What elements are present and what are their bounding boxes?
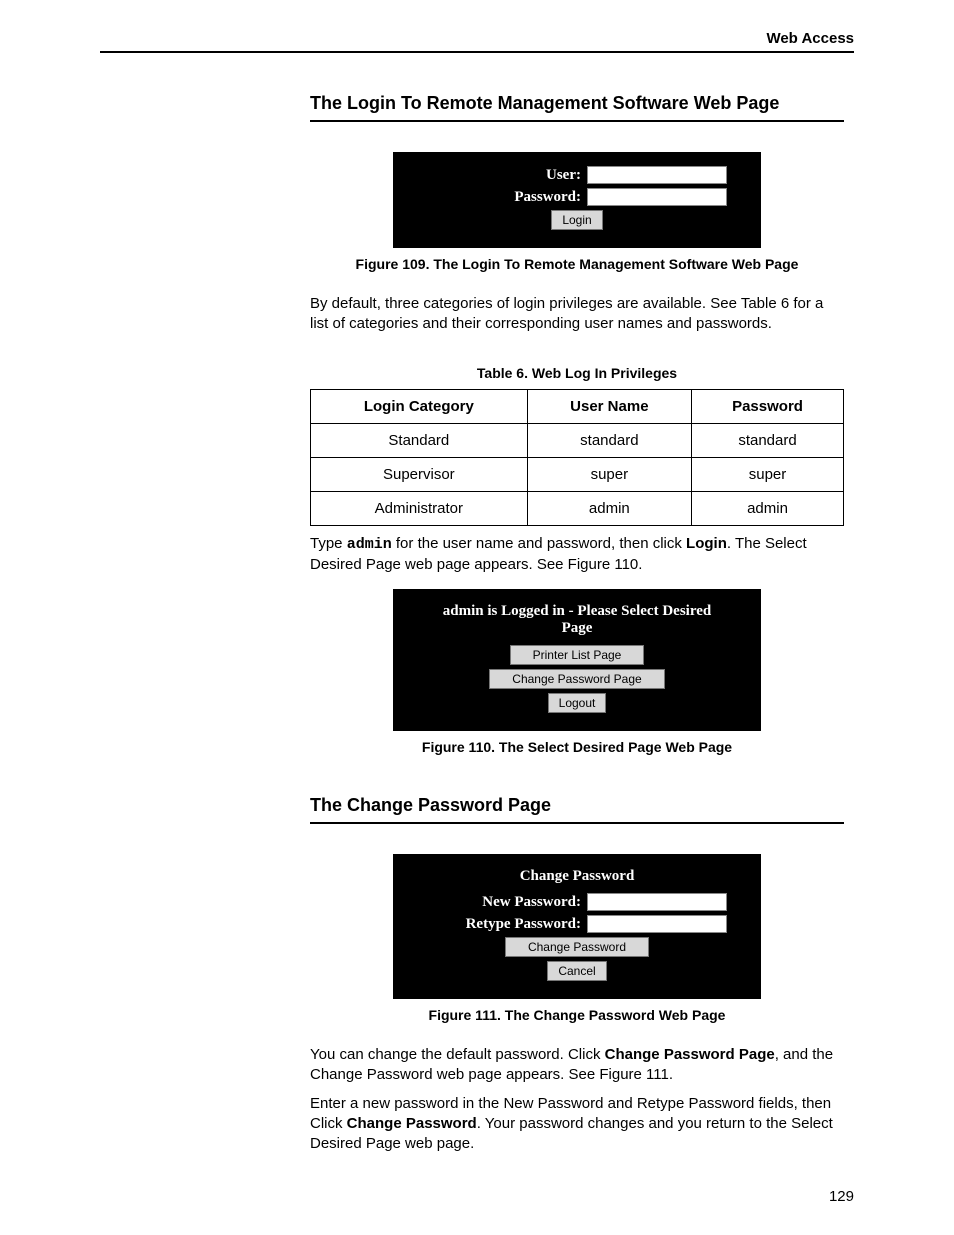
logout-button[interactable]: Logout bbox=[548, 693, 607, 713]
table6-r0c0: Standard bbox=[311, 423, 528, 457]
top-rule bbox=[100, 51, 854, 53]
login-button-row: Login bbox=[427, 210, 727, 230]
section1-p2-a: Type bbox=[310, 535, 343, 552]
section2-title: The Change Password Page bbox=[310, 795, 844, 816]
login-password-row: Password: bbox=[427, 188, 727, 206]
section1-p2-bold: Login bbox=[686, 535, 727, 552]
table6-r0c1: standard bbox=[527, 423, 691, 457]
printer-list-page-button[interactable]: Printer List Page bbox=[510, 645, 645, 665]
login-panel: User: Password: Login bbox=[393, 152, 761, 248]
change-password-page-button[interactable]: Change Password Page bbox=[489, 669, 664, 689]
select-page-panel: admin is Logged in - Please Select Desir… bbox=[393, 589, 761, 731]
section2-p1: You can change the default password. Cli… bbox=[310, 1045, 844, 1086]
select-page-header: admin is Logged in - Please Select Desir… bbox=[427, 603, 727, 637]
table6-header-row: Login Category User Name Password bbox=[311, 389, 844, 423]
login-user-label: User: bbox=[546, 167, 581, 184]
figure-110-caption: Figure 110. The Select Desired Page Web … bbox=[310, 739, 844, 755]
section1-rule bbox=[310, 120, 844, 122]
section1-p1: By default, three categories of login pr… bbox=[310, 294, 844, 335]
table6-r2c0: Administrator bbox=[311, 491, 528, 525]
table6-h1: User Name bbox=[527, 389, 691, 423]
table-row: Administrator admin admin bbox=[311, 491, 844, 525]
table6-caption: Table 6. Web Log In Privileges bbox=[310, 365, 844, 381]
section1-p2: Type admin for the user name and passwor… bbox=[310, 534, 844, 576]
table6: Login Category User Name Password Standa… bbox=[310, 389, 844, 526]
section1-p2-b: for the user name and password, then cli… bbox=[396, 535, 682, 552]
new-password-label: New Password: bbox=[482, 894, 581, 911]
main-column: The Login To Remote Management Software … bbox=[310, 93, 844, 1154]
section2-rule bbox=[310, 822, 844, 824]
change-password-header: Change Password bbox=[427, 868, 727, 885]
login-password-input[interactable] bbox=[587, 188, 727, 206]
login-user-input[interactable] bbox=[587, 166, 727, 184]
table-row: Standard standard standard bbox=[311, 423, 844, 457]
table6-r1c2: super bbox=[692, 457, 844, 491]
section1-title: The Login To Remote Management Software … bbox=[310, 93, 844, 114]
login-password-label: Password: bbox=[514, 189, 581, 206]
new-password-input[interactable] bbox=[587, 893, 727, 911]
section2-p1-a: You can change the default password. Cli… bbox=[310, 1046, 600, 1063]
table6-r2c1: admin bbox=[527, 491, 691, 525]
table6-r1c1: super bbox=[527, 457, 691, 491]
figure-109-wrap: User: Password: Login bbox=[310, 152, 844, 248]
new-password-row: New Password: bbox=[427, 893, 727, 911]
table6-h2: Password bbox=[692, 389, 844, 423]
retype-password-input[interactable] bbox=[587, 915, 727, 933]
figure-110-wrap: admin is Logged in - Please Select Desir… bbox=[310, 589, 844, 731]
retype-password-label: Retype Password: bbox=[466, 916, 581, 933]
table6-r1c0: Supervisor bbox=[311, 457, 528, 491]
table6-r0c2: standard bbox=[692, 423, 844, 457]
figure-111-caption: Figure 111. The Change Password Web Page bbox=[310, 1007, 844, 1023]
login-button[interactable]: Login bbox=[551, 210, 602, 230]
section1-p2-code: admin bbox=[347, 536, 392, 553]
table6-r2c2: admin bbox=[692, 491, 844, 525]
section2-p1-bold: Change Password Page bbox=[605, 1046, 775, 1063]
change-password-panel: Change Password New Password: Retype Pas… bbox=[393, 854, 761, 999]
page: Web Access The Login To Remote Managemen… bbox=[0, 0, 954, 1235]
figure-111-wrap: Change Password New Password: Retype Pas… bbox=[310, 854, 844, 999]
retype-password-row: Retype Password: bbox=[427, 915, 727, 933]
page-number: 129 bbox=[829, 1188, 854, 1205]
running-head: Web Access bbox=[100, 30, 854, 47]
section2-p2-bold: Change Password bbox=[347, 1115, 477, 1132]
table6-h0: Login Category bbox=[311, 389, 528, 423]
cancel-button[interactable]: Cancel bbox=[547, 961, 606, 981]
login-user-row: User: bbox=[427, 166, 727, 184]
table-row: Supervisor super super bbox=[311, 457, 844, 491]
section2-p2: Enter a new password in the New Password… bbox=[310, 1094, 844, 1155]
figure-109-caption: Figure 109. The Login To Remote Manageme… bbox=[310, 256, 844, 272]
change-password-button[interactable]: Change Password bbox=[505, 937, 649, 957]
